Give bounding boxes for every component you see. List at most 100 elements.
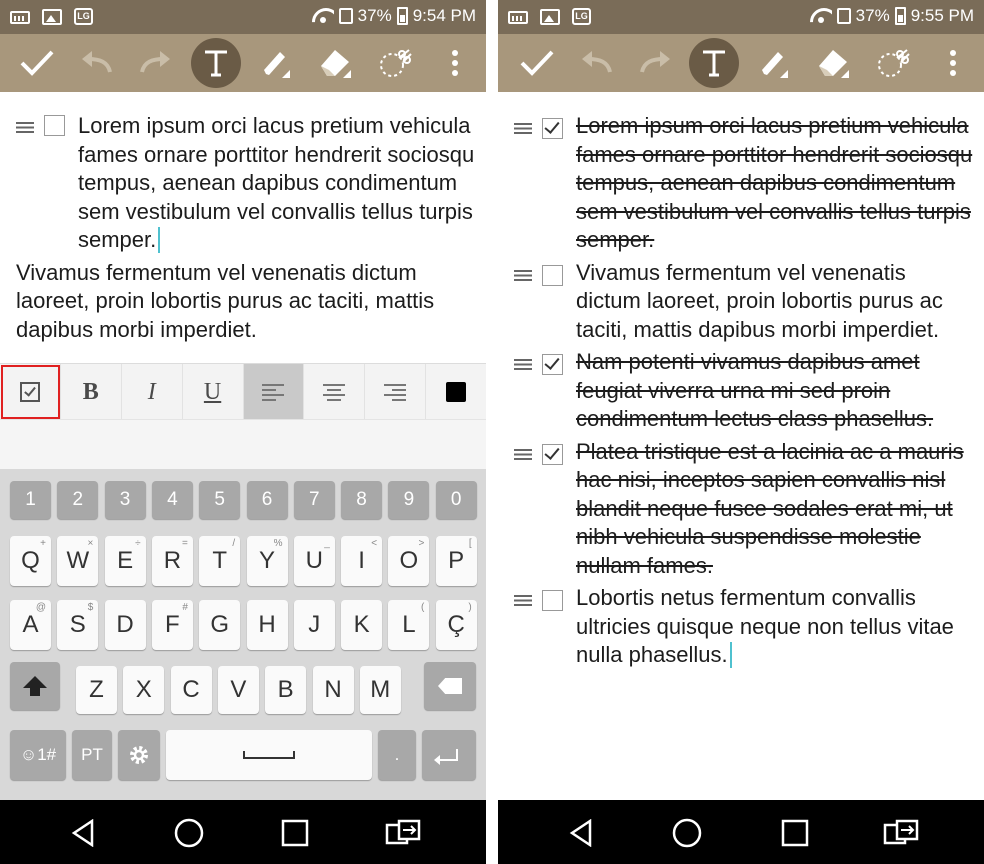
shift-key[interactable]: [10, 662, 60, 710]
number-key[interactable]: 1: [10, 481, 51, 519]
checklist-item-text[interactable]: Platea tristique est a lacinia ac a maur…: [576, 439, 964, 578]
checklist-item-text[interactable]: Nam potenti vivamus dapibus amet feugiat…: [576, 349, 933, 431]
recents-icon[interactable]: [778, 816, 812, 850]
undo-icon[interactable]: [570, 34, 624, 92]
letter-key[interactable]: H: [246, 600, 288, 650]
undo-icon[interactable]: [70, 34, 124, 92]
check-icon[interactable]: [10, 34, 64, 92]
checkbox[interactable]: [44, 115, 65, 136]
letter-key[interactable]: W ×: [57, 536, 99, 586]
number-key[interactable]: 5: [199, 481, 241, 519]
letter-key[interactable]: I <: [341, 536, 383, 586]
letter-key[interactable]: Ç): [435, 600, 477, 650]
pen-icon[interactable]: [746, 34, 800, 92]
note-body[interactable]: Lorem ipsum orci lacus pretium vehicula …: [0, 92, 486, 344]
checkbox-checked[interactable]: [542, 118, 563, 139]
italic-button[interactable]: I: [122, 364, 183, 420]
letter-key[interactable]: A @: [10, 600, 51, 650]
drag-handle-icon[interactable]: [514, 269, 532, 281]
drag-handle-icon[interactable]: [514, 448, 532, 460]
checkbox-checked[interactable]: [542, 443, 563, 465]
checklist-item-text[interactable]: Lobortis netus fermentum convallis ultri…: [576, 585, 954, 667]
letter-key[interactable]: G: [199, 600, 241, 650]
space-key[interactable]: [166, 730, 372, 780]
more-vert-icon[interactable]: [926, 34, 980, 92]
letter-key[interactable]: P[: [435, 536, 477, 586]
bold-button[interactable]: B: [61, 364, 122, 420]
more-vert-icon[interactable]: [428, 34, 482, 92]
qslide-icon[interactable]: [882, 816, 922, 850]
back-icon[interactable]: [564, 816, 598, 850]
redo-icon[interactable]: [128, 34, 182, 92]
symbols-key[interactable]: ☺1#: [10, 730, 66, 780]
checkbox[interactable]: [542, 264, 563, 286]
letter-key[interactable]: L(: [388, 600, 430, 650]
drag-handle-icon[interactable]: [514, 595, 532, 606]
eraser-icon[interactable]: [308, 34, 362, 92]
letter-key[interactable]: Y%: [246, 536, 288, 586]
number-key[interactable]: 9: [388, 481, 430, 519]
letter-key[interactable]: X: [123, 666, 165, 714]
drag-handle-icon[interactable]: [514, 123, 532, 134]
language-key[interactable]: PT: [72, 730, 112, 780]
letter-key[interactable]: C: [170, 666, 212, 714]
underline-button[interactable]: U: [183, 364, 244, 420]
number-key[interactable]: 4: [151, 481, 193, 519]
period-key[interactable]: .: [378, 730, 416, 780]
letter-key[interactable]: S $: [57, 600, 99, 650]
number-key[interactable]: 8: [341, 481, 383, 519]
letter-key[interactable]: E ÷: [104, 536, 146, 586]
eraser-icon[interactable]: [806, 34, 860, 92]
number-key[interactable]: 6: [246, 481, 288, 519]
number-key[interactable]: 2: [57, 481, 99, 519]
enter-key[interactable]: [422, 730, 476, 780]
drag-handle-icon[interactable]: [514, 359, 532, 370]
text-tool-icon[interactable]: [189, 34, 243, 92]
letter-key[interactable]: K: [341, 600, 383, 650]
letter-key[interactable]: U _: [293, 536, 335, 586]
letter-key[interactable]: O >: [388, 536, 430, 586]
drag-handle-icon[interactable]: [16, 122, 34, 133]
letter-key[interactable]: Q +: [10, 536, 51, 586]
redo-icon[interactable]: [628, 34, 682, 92]
qslide-icon[interactable]: [384, 816, 424, 850]
lasso-scissors-icon[interactable]: [866, 34, 920, 92]
navigation-bar: [498, 800, 984, 864]
letter-key[interactable]: N: [312, 666, 354, 714]
checklist-item-text[interactable]: Lorem ipsum orci lacus pretium vehicula …: [576, 113, 972, 252]
recents-icon[interactable]: [278, 816, 312, 850]
letter-key[interactable]: M: [359, 666, 401, 714]
note-body[interactable]: Lorem ipsum orci lacus pretium vehicula …: [498, 92, 984, 674]
text-color-button[interactable]: [426, 364, 486, 420]
align-right-button[interactable]: [365, 364, 427, 420]
text-tool-icon[interactable]: [687, 34, 741, 92]
checklist-item-text[interactable]: Lorem ipsum orci lacus pretium vehicula …: [78, 113, 474, 252]
letter-key[interactable]: R =: [151, 536, 193, 586]
checkbox-checked[interactable]: [542, 354, 563, 375]
align-center-button[interactable]: [304, 364, 366, 420]
number-key[interactable]: 0: [435, 481, 477, 519]
letter-key[interactable]: D: [104, 600, 146, 650]
settings-key[interactable]: [118, 730, 160, 780]
number-key[interactable]: 3: [104, 481, 146, 519]
lasso-scissors-icon[interactable]: [368, 34, 422, 92]
letter-key[interactable]: T /: [199, 536, 241, 586]
enter-icon: [434, 749, 458, 765]
back-icon[interactable]: [66, 816, 100, 850]
letter-key[interactable]: V: [217, 666, 259, 714]
letter-key[interactable]: B: [265, 666, 307, 714]
checklist-item-text[interactable]: Vivamus fermentum vel venenatis dictum l…: [576, 260, 943, 342]
number-key[interactable]: 7: [293, 481, 335, 519]
checkbox[interactable]: [542, 590, 563, 611]
home-icon[interactable]: [670, 816, 704, 850]
letter-key[interactable]: J: [293, 600, 335, 650]
note-paragraph[interactable]: Vivamus fermentum vel venenatis dictum l…: [0, 259, 486, 345]
checklist-button[interactable]: [0, 364, 61, 420]
pen-icon[interactable]: [248, 34, 302, 92]
check-icon[interactable]: [510, 34, 564, 92]
home-icon[interactable]: [172, 816, 206, 850]
align-left-button[interactable]: [243, 364, 305, 420]
letter-key[interactable]: Z: [76, 666, 117, 714]
letter-key[interactable]: F #: [151, 600, 193, 650]
backspace-key[interactable]: [424, 662, 476, 710]
